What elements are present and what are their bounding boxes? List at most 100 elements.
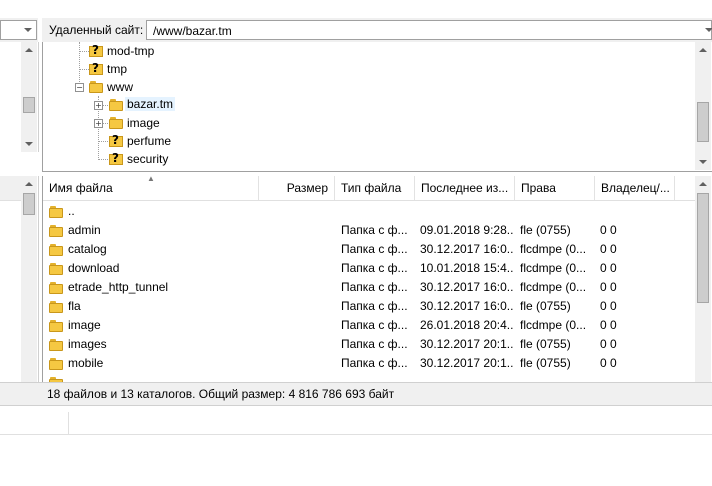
remote-path-value: /www/bazar.tm <box>153 24 232 38</box>
collapse-icon[interactable]: − <box>75 83 84 92</box>
cell-owner: 0 0 <box>600 242 617 256</box>
expand-icon[interactable]: + <box>94 101 103 110</box>
remote-site-bar: Удаленный сайт: /www/bazar.tm <box>42 18 712 42</box>
scroll-down-icon[interactable] <box>21 136 37 152</box>
cell-type: Папка с ф... <box>341 318 408 332</box>
table-row-parent[interactable]: .. <box>43 202 695 221</box>
local-site-bar <box>0 18 38 43</box>
cell-type: Папка с ф... <box>341 223 408 237</box>
local-list-scrollbar[interactable] <box>21 176 37 382</box>
question-folder-icon: ? <box>109 133 123 148</box>
cell-name: admin <box>68 223 101 237</box>
folder-icon <box>109 117 123 129</box>
folder-icon <box>49 339 63 351</box>
local-list-pane <box>0 176 39 382</box>
cell-permissions: fle (0755) <box>520 337 571 351</box>
column-label: Владелец/... <box>601 181 670 195</box>
folder-icon <box>49 358 63 370</box>
scroll-thumb[interactable] <box>697 102 709 142</box>
tree-item-label: bazar.tm <box>125 97 176 111</box>
column-label: Размер <box>286 181 328 195</box>
scroll-up-icon[interactable] <box>21 176 37 192</box>
local-site-dropdown[interactable] <box>0 20 37 40</box>
scroll-up-icon[interactable] <box>21 42 37 58</box>
cell-permissions: fle (0755) <box>520 299 571 313</box>
column-header-type[interactable]: Тип файла <box>335 176 415 200</box>
tree-item-perfume[interactable]: ? perfume <box>109 132 239 150</box>
remote-tree-pane: ? mod-tmp ? tmp − www + bazar.tm + image… <box>42 42 712 172</box>
scroll-up-icon[interactable] <box>695 176 711 192</box>
column-header-modified[interactable]: Последнее из... <box>415 176 515 200</box>
table-row[interactable]: catalog Папка с ф... 30.12.2017 16:0... … <box>43 240 695 259</box>
cell-modified: 30.12.2017 20:1... <box>420 356 514 370</box>
cell-permissions: fle (0755) <box>520 356 571 370</box>
tree-item-bazar-tm[interactable]: + bazar.tm <box>89 96 239 114</box>
scroll-thumb[interactable] <box>697 193 709 303</box>
table-row[interactable]: etrade_http_tunnel Папка с ф... 30.12.20… <box>43 278 695 297</box>
cell-owner: 0 0 <box>600 280 617 294</box>
cell-name: etrade_http_tunnel <box>68 280 169 294</box>
chevron-down-icon[interactable] <box>705 28 712 32</box>
folder-icon <box>49 282 63 294</box>
cell-type: Папка с ф... <box>341 299 408 313</box>
cell-type: Папка с ф... <box>341 242 408 256</box>
cell-permissions: flcdmpe (0... <box>520 261 587 275</box>
table-row[interactable]: image Папка с ф... 26.01.2018 20:4... fl… <box>43 316 695 335</box>
column-header-name[interactable]: Имя файла ▲ <box>43 176 259 200</box>
scroll-down-icon[interactable] <box>695 154 711 170</box>
folder-icon <box>49 301 63 313</box>
cell-owner: 0 0 <box>600 223 617 237</box>
cell-owner: 0 0 <box>600 261 617 275</box>
sort-ascending-icon: ▲ <box>147 176 155 183</box>
local-tree-scrollbar[interactable] <box>21 42 37 152</box>
cell-modified: 30.12.2017 16:0... <box>420 299 514 313</box>
remote-file-list: Имя файла ▲ Размер Тип файла Последнее и… <box>42 176 712 382</box>
question-folder-icon: ? <box>89 43 103 58</box>
cell-modified: 30.12.2017 20:1... <box>420 337 514 351</box>
remote-site-label: Удаленный сайт: <box>49 23 144 37</box>
tree-item-www[interactable]: − www <box>69 78 219 96</box>
tree-item-tmp[interactable]: ? tmp <box>89 60 219 78</box>
cell-type: Папка с ф... <box>341 280 408 294</box>
local-list-header <box>0 176 21 201</box>
column-header-size[interactable]: Размер <box>259 176 335 200</box>
status-summary: 18 файлов и 13 каталогов. Общий размер: … <box>47 387 395 401</box>
column-label: Последнее из... <box>421 181 509 195</box>
file-list-body: .. admin Папка с ф... 09.01.2018 9:28...… <box>43 200 695 382</box>
cell-owner: 0 0 <box>600 318 617 332</box>
table-row[interactable]: download Папка с ф... 10.01.2018 15:4...… <box>43 259 695 278</box>
cell-modified: 30.12.2017 16:0... <box>420 280 514 294</box>
folder-icon <box>109 99 123 111</box>
scroll-up-icon[interactable] <box>695 42 711 58</box>
table-row[interactable]: admin Папка с ф... 09.01.2018 9:28... fl… <box>43 221 695 240</box>
file-list-header: Имя файла ▲ Размер Тип файла Последнее и… <box>43 176 695 201</box>
scroll-thumb[interactable] <box>23 193 35 215</box>
file-list-scrollbar[interactable] <box>695 176 711 382</box>
tree-item-image[interactable]: + image <box>89 114 239 132</box>
tree-item-security[interactable]: ? security <box>109 150 239 168</box>
cell-name: .. <box>68 204 75 218</box>
remote-tree-scrollbar[interactable] <box>695 42 711 170</box>
table-row[interactable]: fla Папка с ф... 30.12.2017 16:0... fle … <box>43 297 695 316</box>
table-row[interactable]: mobile Папка с ф... 30.12.2017 20:1... f… <box>43 354 695 373</box>
chevron-down-icon <box>24 28 32 32</box>
cell-name: download <box>68 261 120 275</box>
remote-path-input[interactable]: /www/bazar.tm <box>146 20 712 40</box>
expand-icon[interactable]: + <box>94 119 103 128</box>
column-header-permissions[interactable]: Права <box>515 176 595 200</box>
queue-panel <box>0 406 712 486</box>
question-folder-icon: ? <box>109 151 123 166</box>
column-label: Имя файла <box>49 181 113 195</box>
question-folder-icon: ? <box>89 61 103 76</box>
column-header-owner[interactable]: Владелец/... <box>595 176 675 200</box>
cell-modified: 26.01.2018 20:4... <box>420 318 514 332</box>
tree-item-label: security <box>127 152 169 166</box>
tree-item-label: www <box>107 80 133 94</box>
tree-item-mod-tmp[interactable]: ? mod-tmp <box>89 42 219 60</box>
cell-permissions: fle (0755) <box>520 223 571 237</box>
table-row-partial[interactable] <box>43 373 695 382</box>
cell-name: images <box>68 337 107 351</box>
scroll-thumb[interactable] <box>23 97 35 113</box>
table-row[interactable]: images Папка с ф... 30.12.2017 20:1... f… <box>43 335 695 354</box>
cell-name: fla <box>68 299 81 313</box>
